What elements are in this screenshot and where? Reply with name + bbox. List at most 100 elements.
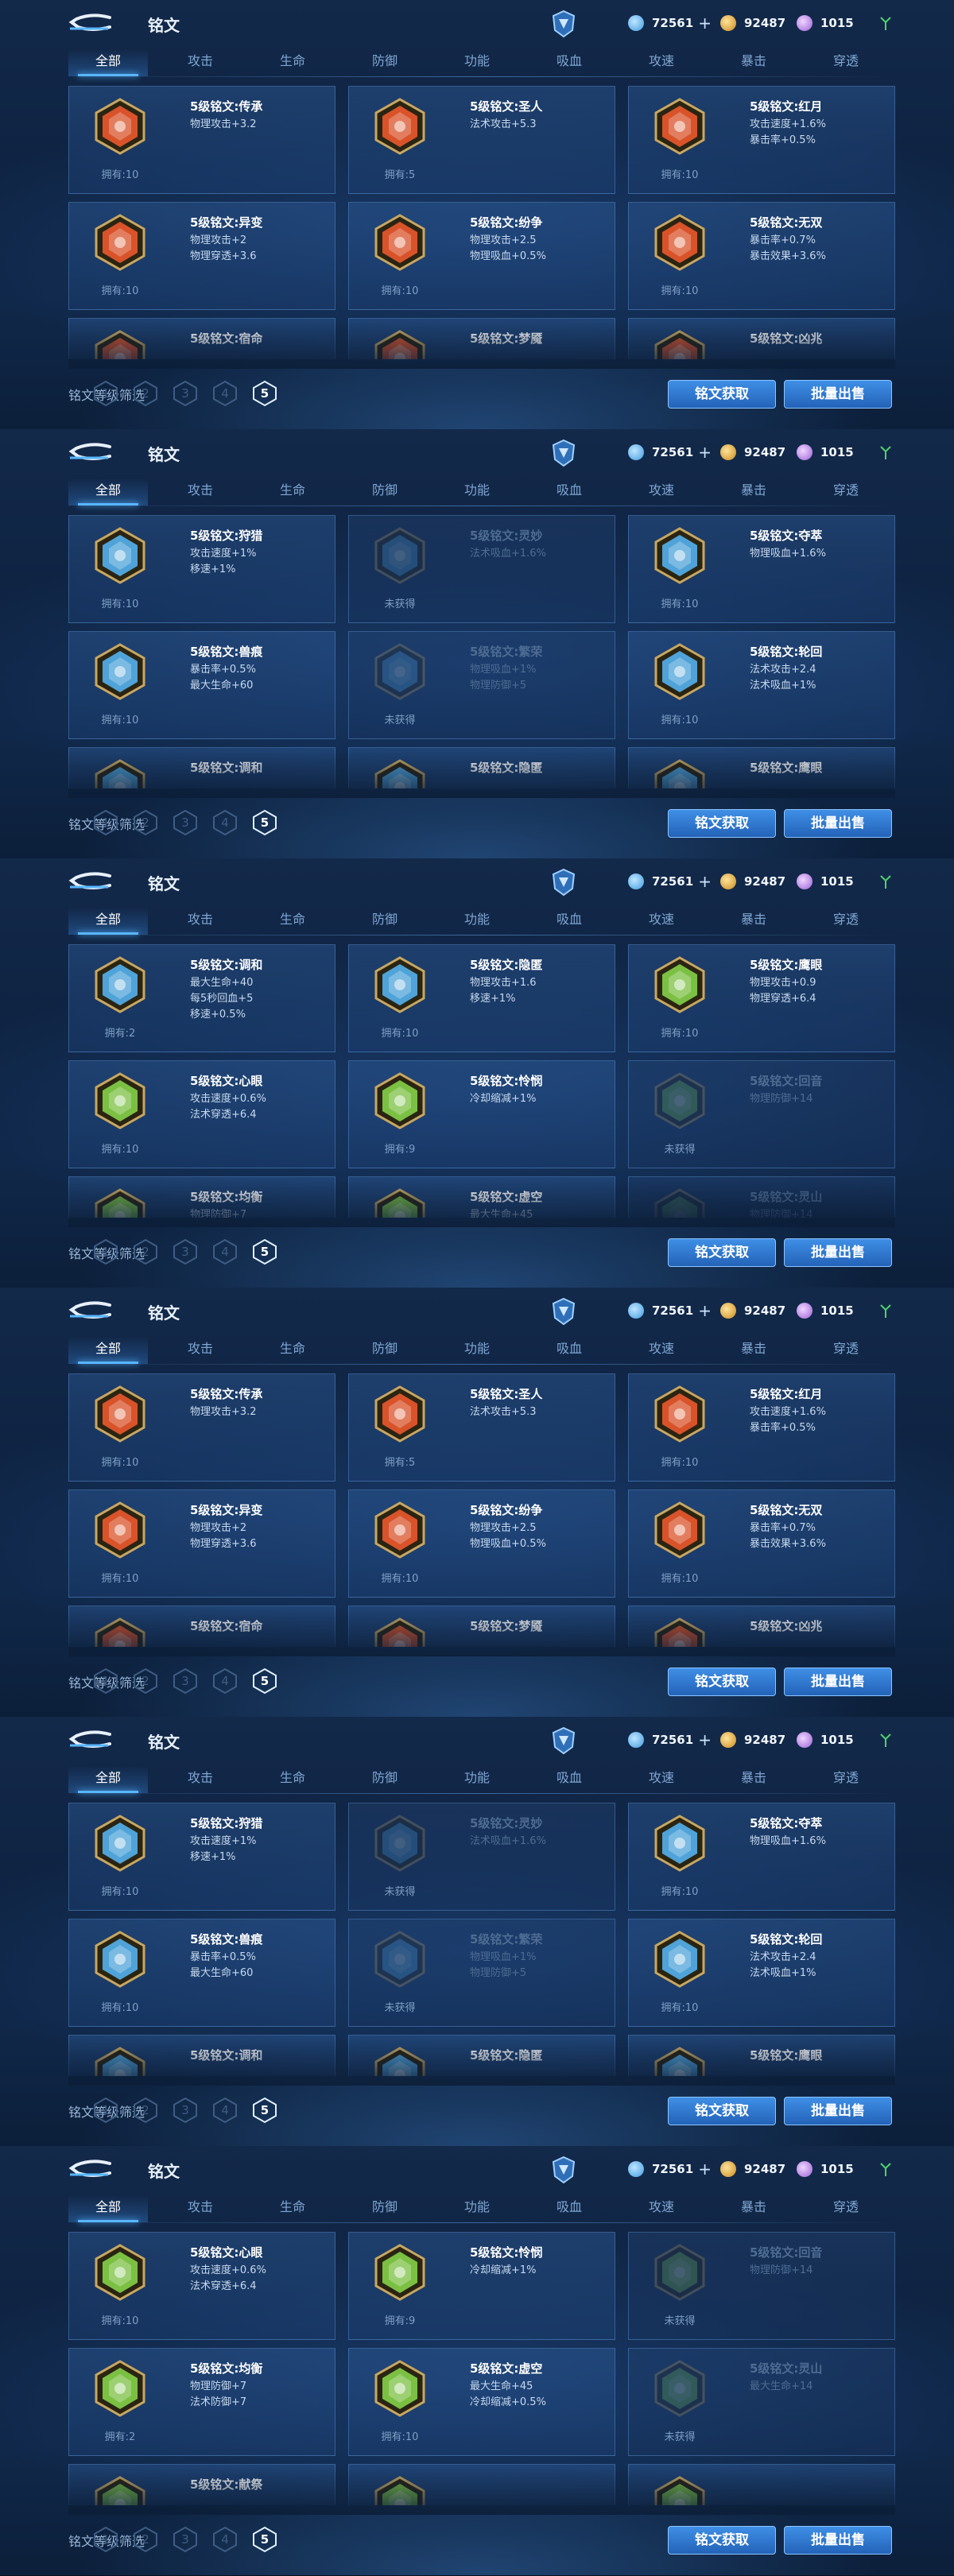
level-filter-1[interactable]: 1: [92, 1238, 119, 1265]
rune-card[interactable]: 5级铭文:无双 暴击率+0.7% 暴击效果+3.6% 拥有:10: [628, 1489, 895, 1598]
level-filter-4[interactable]: 4: [211, 809, 238, 836]
rune-card[interactable]: 5级铭文:调和: [68, 2035, 335, 2076]
tab-3[interactable]: 防御: [345, 2195, 425, 2222]
tab-8[interactable]: 穿透: [806, 1766, 886, 1793]
level-filter-3[interactable]: 3: [172, 2097, 199, 2124]
rune-card[interactable]: 5级铭文:凶兆: [628, 1606, 895, 1647]
tab-0[interactable]: 全部: [68, 478, 148, 506]
tab-8[interactable]: 穿透: [806, 1337, 886, 1364]
rune-card[interactable]: 5级铭文:繁荣 物理吸血+1% 物理防御+5 未获得: [348, 631, 615, 739]
rune-card[interactable]: 5级铭文:传承 物理攻击+3.2 拥有:10: [68, 86, 335, 194]
tab-1[interactable]: 攻击: [161, 478, 240, 506]
rune-card[interactable]: 5级铭文:虚空 最大生命+45 冷却缩减+0.5% 拥有:10: [348, 2348, 615, 2456]
tab-1[interactable]: 攻击: [161, 1766, 240, 1793]
tab-3[interactable]: 防御: [345, 908, 425, 935]
rune-card[interactable]: 5级铭文:灵妙 法术吸血+1.6% 未获得: [348, 515, 615, 623]
get-runes-button[interactable]: 铭文获取: [668, 1668, 776, 1696]
rune-card[interactable]: 5级铭文:圣人 法术攻击+5.3 拥有:5: [348, 1373, 615, 1482]
tab-7[interactable]: 暴击: [714, 1766, 793, 1793]
back-arrow-icon[interactable]: [68, 1728, 113, 1752]
add-gems-button[interactable]: +: [698, 872, 712, 891]
tab-1[interactable]: 攻击: [161, 908, 240, 935]
rune-card[interactable]: 5级铭文:均衡 物理防御+7: [68, 1176, 335, 1218]
tab-7[interactable]: 暴击: [714, 2195, 793, 2222]
tab-1[interactable]: 攻击: [161, 2195, 240, 2222]
rune-card[interactable]: 5级铭文:红月 攻击速度+1.6% 暴击率+0.5% 拥有:10: [628, 1373, 895, 1482]
level-filter-3[interactable]: 3: [172, 2526, 199, 2553]
tab-2[interactable]: 生命: [253, 1337, 332, 1364]
rank-badge-icon[interactable]: [552, 2156, 576, 2184]
rune-card[interactable]: 5级铭文:无双 暴击率+0.7% 暴击效果+3.6% 拥有:10: [628, 202, 895, 310]
level-filter-3[interactable]: 3: [172, 1238, 199, 1265]
tab-3[interactable]: 防御: [345, 1766, 425, 1793]
rune-card[interactable]: 5级铭文:纷争 物理攻击+2.5 物理吸血+0.5% 拥有:10: [348, 202, 615, 310]
rune-card[interactable]: 5级铭文:异变 物理攻击+2 物理穿透+3.6 拥有:10: [68, 202, 335, 310]
tab-5[interactable]: 吸血: [529, 1766, 609, 1793]
rune-card[interactable]: [348, 2464, 615, 2505]
rune-card[interactable]: 5级铭文:传承 物理攻击+3.2 拥有:10: [68, 1373, 335, 1482]
rune-card[interactable]: 5级铭文:回音 物理防御+14 未获得: [628, 2232, 895, 2340]
tab-7[interactable]: 暴击: [714, 49, 793, 76]
tab-7[interactable]: 暴击: [714, 1337, 793, 1364]
bulk-sell-button[interactable]: 批量出售: [784, 2097, 892, 2125]
get-runes-button[interactable]: 铭文获取: [668, 2526, 776, 2555]
rune-card[interactable]: 5级铭文:鹰眼 物理攻击+0.9 物理穿透+6.4 拥有:10: [628, 944, 895, 1052]
level-filter-1[interactable]: 1: [92, 2526, 119, 2553]
tab-8[interactable]: 穿透: [806, 2195, 886, 2222]
rune-card[interactable]: 5级铭文:灵山 物理防御+14: [628, 1176, 895, 1218]
rune-card[interactable]: 5级铭文:隐匿: [348, 747, 615, 788]
level-filter-2[interactable]: 2: [132, 809, 159, 836]
tab-0[interactable]: 全部: [68, 49, 148, 76]
tab-0[interactable]: 全部: [68, 1337, 148, 1364]
tab-4[interactable]: 功能: [437, 1766, 517, 1793]
rune-card[interactable]: 5级铭文:心眼 攻击速度+0.6% 法术穿透+6.4 拥有:10: [68, 2232, 335, 2340]
level-filter-3[interactable]: 3: [172, 1668, 199, 1695]
tab-0[interactable]: 全部: [68, 2195, 148, 2222]
rune-card[interactable]: 5级铭文:调和 最大生命+40 每5秒回血+5 移速+0.5% 拥有:2: [68, 944, 335, 1052]
level-filter-1[interactable]: 1: [92, 809, 119, 836]
rank-badge-icon[interactable]: [552, 1726, 576, 1755]
back-arrow-icon[interactable]: [68, 440, 113, 464]
tab-6[interactable]: 攻速: [622, 1766, 701, 1793]
tab-8[interactable]: 穿透: [806, 49, 886, 76]
get-runes-button[interactable]: 铭文获取: [668, 2097, 776, 2125]
rune-card[interactable]: 5级铭文:夺萃 物理吸血+1.6% 拥有:10: [628, 515, 895, 623]
tab-2[interactable]: 生命: [253, 49, 332, 76]
add-gems-button[interactable]: +: [698, 1730, 712, 1749]
bulk-sell-button[interactable]: 批量出售: [784, 1668, 892, 1696]
rune-card[interactable]: 5级铭文:灵妙 法术吸血+1.6% 未获得: [348, 1803, 615, 1911]
tab-5[interactable]: 吸血: [529, 2195, 609, 2222]
bulk-sell-button[interactable]: 批量出售: [784, 1238, 892, 1267]
rune-card[interactable]: 5级铭文:凶兆: [628, 318, 895, 359]
level-filter-2[interactable]: 2: [132, 380, 159, 407]
level-filter-3[interactable]: 3: [172, 809, 199, 836]
rune-card[interactable]: 5级铭文:隐匿: [348, 2035, 615, 2076]
level-filter-4[interactable]: 4: [211, 380, 238, 407]
rune-card[interactable]: 5级铭文:梦魇: [348, 1606, 615, 1647]
rune-card[interactable]: 5级铭文:怜悯 冷却缩减+1% 拥有:9: [348, 1060, 615, 1168]
tab-4[interactable]: 功能: [437, 1337, 517, 1364]
back-arrow-icon[interactable]: [68, 2157, 113, 2181]
level-filter-4[interactable]: 4: [211, 2526, 238, 2553]
rune-card[interactable]: 5级铭文:异变 物理攻击+2 物理穿透+3.6 拥有:10: [68, 1489, 335, 1598]
rune-card[interactable]: 5级铭文:鹰眼: [628, 2035, 895, 2076]
rune-card[interactable]: 5级铭文:宿命: [68, 318, 335, 359]
add-gems-button[interactable]: +: [698, 2160, 712, 2179]
level-filter-1[interactable]: 1: [92, 1668, 119, 1695]
tab-0[interactable]: 全部: [68, 1766, 148, 1793]
tab-6[interactable]: 攻速: [622, 1337, 701, 1364]
level-filter-4[interactable]: 4: [211, 1668, 238, 1695]
tab-2[interactable]: 生命: [253, 2195, 332, 2222]
tab-1[interactable]: 攻击: [161, 49, 240, 76]
tab-6[interactable]: 攻速: [622, 478, 701, 506]
tab-8[interactable]: 穿透: [806, 478, 886, 506]
tab-5[interactable]: 吸血: [529, 478, 609, 506]
rune-card[interactable]: 5级铭文:红月 攻击速度+1.6% 暴击率+0.5% 拥有:10: [628, 86, 895, 194]
level-filter-2[interactable]: 2: [132, 1238, 159, 1265]
rune-card[interactable]: 5级铭文:调和: [68, 747, 335, 788]
rune-card[interactable]: 5级铭文:均衡 物理防御+7 法术防御+7 拥有:2: [68, 2348, 335, 2456]
rune-card[interactable]: 5级铭文:隐匿 物理攻击+1.6 移速+1% 拥有:10: [348, 944, 615, 1052]
tab-7[interactable]: 暴击: [714, 478, 793, 506]
rune-card[interactable]: 5级铭文:圣人 法术攻击+5.3 拥有:5: [348, 86, 615, 194]
back-arrow-icon[interactable]: [68, 1299, 113, 1323]
